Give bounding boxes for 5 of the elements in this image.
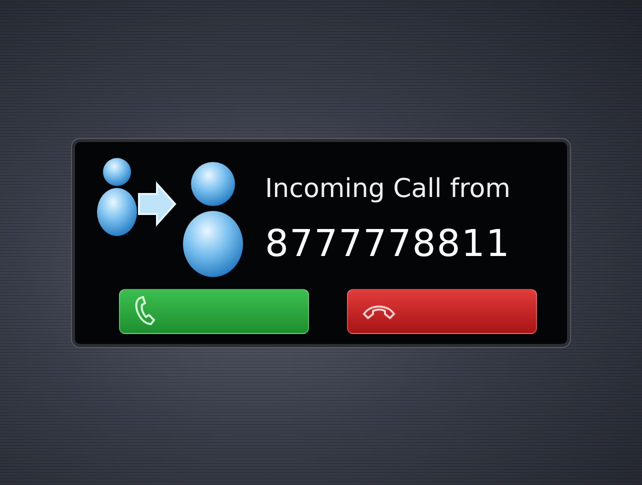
- call-title: Incoming Call from: [265, 174, 510, 204]
- phone-icon: [134, 296, 156, 326]
- decline-button[interactable]: [347, 288, 537, 334]
- caller-number: 8777778811: [265, 222, 510, 264]
- answer-button[interactable]: [119, 288, 309, 334]
